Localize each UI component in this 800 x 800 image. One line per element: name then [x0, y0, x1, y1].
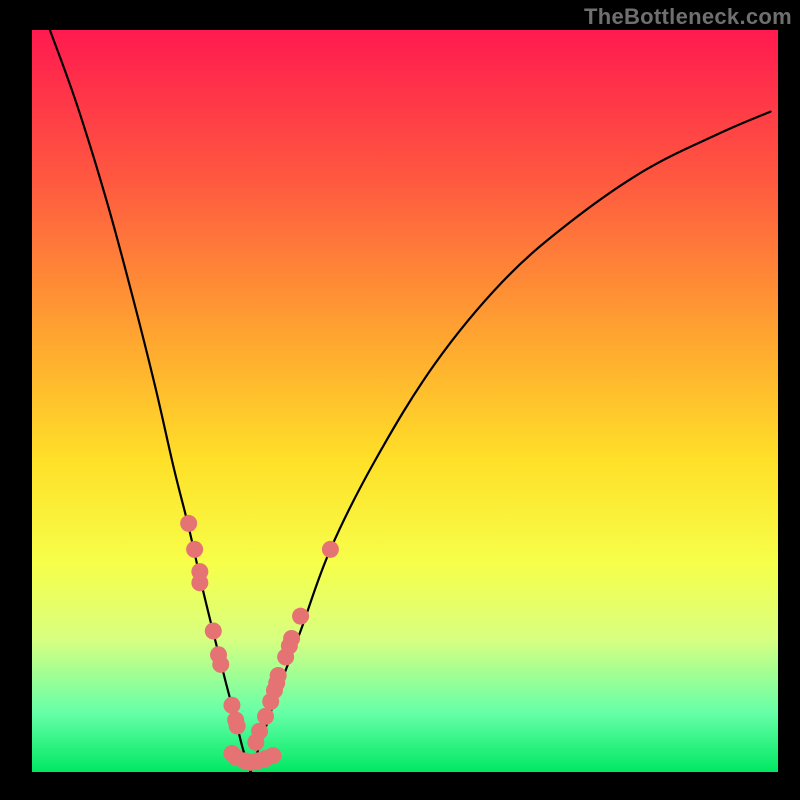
marker-dot: [283, 630, 300, 647]
plot-area: [32, 30, 778, 772]
marker-cluster: [180, 515, 339, 771]
marker-dot: [270, 667, 287, 684]
curve-right-branch: [251, 112, 771, 772]
marker-dot: [223, 697, 240, 714]
chart-svg: [32, 30, 778, 772]
marker-dot: [191, 574, 208, 591]
marker-dot: [186, 541, 203, 558]
marker-dot: [180, 515, 197, 532]
chart-frame: TheBottleneck.com: [0, 0, 800, 800]
marker-dot: [205, 623, 222, 640]
marker-dot: [212, 656, 229, 673]
marker-dot: [257, 708, 274, 725]
marker-dot: [292, 608, 309, 625]
bottleneck-curve: [50, 30, 771, 772]
watermark-label: TheBottleneck.com: [584, 4, 792, 30]
marker-dot: [251, 723, 268, 740]
marker-dot: [322, 541, 339, 558]
marker-dot: [264, 747, 281, 764]
marker-dot: [229, 717, 246, 734]
